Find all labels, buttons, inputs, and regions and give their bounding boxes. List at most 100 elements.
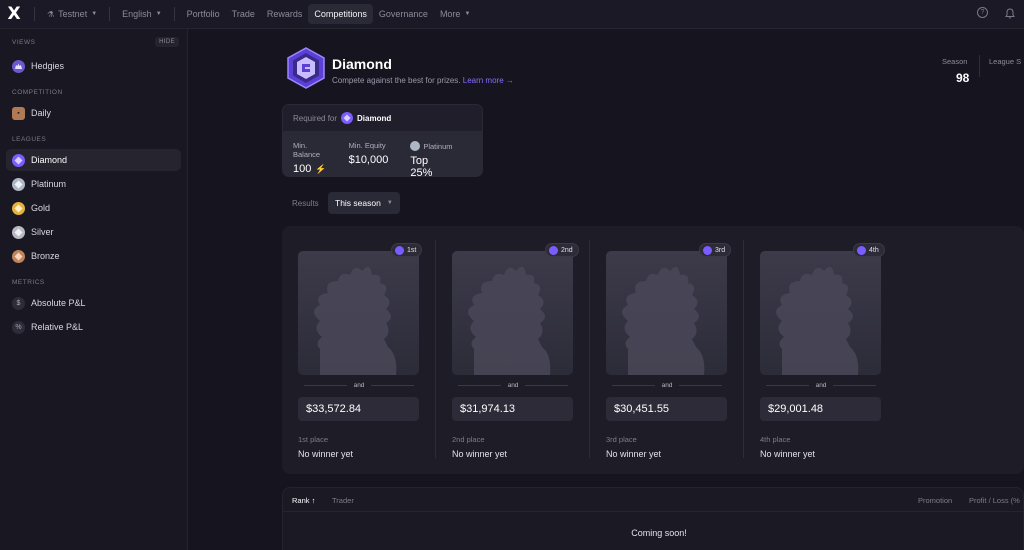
nav-competitions[interactable]: Competitions: [308, 4, 373, 24]
prize-amount: $30,451.55: [606, 397, 727, 421]
sidebar-item-relative-pnl[interactable]: % Relative P&L: [6, 316, 181, 338]
rank-badge: 3rd: [699, 243, 732, 257]
token-icon: ⚡: [315, 163, 327, 174]
podium-panel: 1st and $33,572.84 1st place No winner yet 2n…: [282, 226, 1024, 474]
divider: [34, 7, 35, 21]
prize-card: 1st and $33,572.84 1st place No winner yet: [298, 240, 452, 460]
min-balance-value: 100: [293, 163, 312, 175]
dollar-icon: $: [12, 296, 25, 310]
nav-governance[interactable]: Governance: [373, 4, 434, 24]
divider: [304, 384, 347, 386]
hedgie-silhouette-image: [298, 251, 419, 375]
and-label: and: [507, 381, 519, 389]
and-separator: and: [612, 381, 723, 389]
place-label: 3rd place: [606, 435, 637, 444]
column-rank[interactable]: Rank ↑: [292, 496, 315, 505]
divider: [371, 384, 415, 386]
help-icon[interactable]: ?: [977, 7, 988, 18]
divider: [435, 240, 436, 458]
language-selector[interactable]: English ▼: [116, 4, 167, 24]
subtitle-text: Compete against the best for prizes.: [332, 76, 461, 85]
hedgie-silhouette-image: [452, 251, 573, 375]
nav-trade[interactable]: Trade: [226, 4, 261, 24]
sidebar-item-silver[interactable]: Silver: [6, 221, 181, 243]
divider: [766, 384, 809, 386]
requirements-card: Required for Diamond Min. Balance 100 ⚡ …: [282, 104, 483, 179]
bell-icon[interactable]: [1004, 7, 1016, 19]
nav-portfolio[interactable]: Portfolio: [181, 4, 226, 24]
rank-label: 4th: [869, 246, 879, 254]
diamond-badge-icon: [395, 245, 404, 255]
bronze-badge-icon: ▪: [12, 106, 25, 120]
winner-status: No winner yet: [298, 449, 354, 459]
table-header: Rank ↑ Trader Promotion Profit / Loss (%: [283, 488, 1024, 512]
min-balance-value-row: 100 ⚡: [293, 163, 327, 175]
divider: [589, 240, 590, 458]
prize-card: 4th and $29,001.48 4th place No winner yet: [760, 240, 914, 460]
network-selector[interactable]: ⚗ Testnet ▼: [41, 4, 103, 24]
sidebar-item-daily[interactable]: ▪ Daily: [6, 102, 181, 124]
and-separator: and: [766, 381, 877, 389]
divider: [458, 384, 501, 386]
sidebar-item-label: Absolute P&L: [31, 298, 86, 308]
rank-label: 1st: [407, 246, 417, 254]
diamond-badge-icon: [703, 245, 712, 255]
sidebar-item-bronze[interactable]: Bronze: [6, 245, 181, 267]
sidebar-item-diamond[interactable]: Diamond: [6, 149, 181, 171]
learn-more-link[interactable]: Learn more →: [463, 76, 514, 85]
rank-badge: 2nd: [545, 243, 579, 257]
season-value: 98: [956, 71, 970, 85]
sidebar-item-label: Gold: [31, 203, 51, 213]
app-logo[interactable]: X: [0, 0, 28, 29]
rank-label: 2nd: [561, 246, 573, 254]
winner-status: No winner yet: [760, 449, 816, 459]
season-filter-value: This season: [335, 198, 381, 208]
sidebar-item-platinum[interactable]: Platinum: [6, 173, 181, 195]
diamond-badge-icon: [549, 245, 558, 255]
hedgie-silhouette-image: [760, 251, 881, 375]
divider: [525, 384, 569, 386]
sidebar-item-hedgies[interactable]: Hedgies: [6, 55, 181, 77]
min-balance: Min. Balance 100 ⚡: [293, 141, 327, 177]
page-title: Diamond: [332, 56, 392, 72]
column-trader[interactable]: Trader: [332, 496, 354, 505]
place-label: 4th place: [760, 435, 791, 444]
and-separator: and: [458, 381, 569, 389]
platinum-requirement-label-row: Platinum: [410, 141, 453, 151]
empty-state-message: Coming soon!: [631, 528, 687, 538]
column-profit-loss[interactable]: Profit / Loss (%: [969, 496, 1020, 505]
top-bar: X ⚗ Testnet ▼ English ▼ Portfolio Trade …: [0, 0, 1024, 29]
winner-status: No winner yet: [606, 449, 662, 459]
required-league: Diamond: [357, 113, 392, 123]
sidebar-item-label: Hedgies: [31, 61, 65, 71]
requirements-values: Min. Balance 100 ⚡ Min. Equity $10,000 P…: [283, 131, 482, 179]
prize-card: 3rd and $30,451.55 3rd place No winner yet: [606, 240, 760, 460]
divider: [743, 240, 744, 458]
sidebar-item-gold[interactable]: Gold: [6, 197, 181, 219]
sidebar-item-label: Relative P&L: [31, 322, 84, 332]
column-promotion[interactable]: Promotion: [918, 496, 952, 505]
chevron-down-icon: ▼: [91, 11, 98, 17]
network-label: Testnet: [58, 9, 88, 19]
metrics-heading: METRICS: [12, 278, 45, 286]
divider: [109, 7, 111, 21]
rank-badge: 1st: [391, 243, 423, 257]
and-label: and: [661, 381, 673, 389]
divider: [612, 384, 655, 386]
hide-sidebar-button[interactable]: HIDE: [155, 37, 179, 47]
min-equity-label: Min. Equity: [348, 141, 386, 150]
required-for-row: Required for Diamond: [283, 105, 482, 131]
sidebar-item-label: Daily: [31, 108, 52, 118]
rank-badge: 4th: [853, 243, 885, 257]
sidebar-item-absolute-pnl[interactable]: $ Absolute P&L: [6, 292, 181, 314]
season-label: Season: [942, 57, 968, 66]
divider: [173, 7, 175, 21]
season-filter-dropdown[interactable]: This season ▼: [328, 192, 400, 214]
place-label: 1st place: [298, 435, 329, 444]
nav-more[interactable]: More ▼: [434, 4, 476, 24]
chevron-down-icon: ▼: [386, 200, 393, 206]
prize-card: 2nd and $31,974.13 2nd place No winner yet: [452, 240, 606, 460]
winner-status: No winner yet: [452, 449, 508, 459]
prize-amount: $33,572.84: [298, 397, 419, 421]
nav-rewards[interactable]: Rewards: [261, 4, 309, 24]
